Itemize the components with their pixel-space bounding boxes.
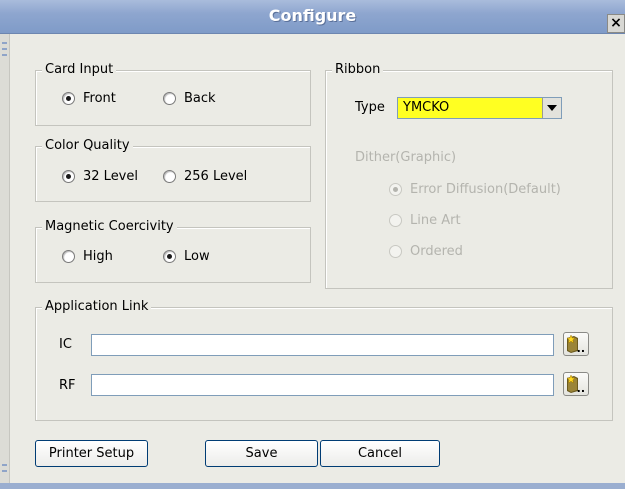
- ic-label: IC: [59, 337, 72, 352]
- ribbon-type-value: YMCKO: [403, 100, 450, 115]
- printer-setup-button[interactable]: Printer Setup: [35, 440, 148, 467]
- card-input-front-radio[interactable]: Front: [62, 91, 116, 106]
- resize-grip-icon: [2, 470, 7, 472]
- magnetic-coercivity-low-radio[interactable]: Low: [163, 249, 210, 264]
- radio-button-icon: [389, 183, 402, 196]
- dither-graphic-label: Dither(Graphic): [355, 150, 457, 165]
- browse-label: ..: [576, 342, 585, 355]
- ribbon-type-label: Type: [355, 100, 385, 115]
- dither-line-art-radio[interactable]: Line Art: [389, 213, 461, 228]
- radio-label: Line Art: [410, 213, 461, 228]
- ribbon-type-select[interactable]: YMCKO: [397, 97, 562, 119]
- resize-grip-icon: [2, 48, 7, 50]
- radio-label: 256 Level: [184, 169, 248, 184]
- magnetic-coercivity-high-radio[interactable]: High: [62, 249, 113, 264]
- configure-dialog: Configure × Card Input Front Back Color …: [0, 0, 625, 489]
- radio-button-icon: [389, 214, 402, 227]
- title-bar[interactable]: Configure ×: [0, 0, 625, 34]
- resize-grip-icon: [2, 464, 7, 466]
- dither-ordered-radio[interactable]: Ordered: [389, 244, 463, 259]
- close-button[interactable]: ×: [607, 14, 625, 33]
- chevron-down-icon[interactable]: [542, 98, 561, 118]
- resize-grip-icon: [2, 54, 7, 56]
- window-bottom-edge: [0, 483, 625, 489]
- radio-label: Error Diffusion(Default): [410, 182, 561, 197]
- radio-label: High: [83, 249, 113, 264]
- application-link-label: Application Link: [42, 299, 152, 315]
- radio-button-icon: [163, 250, 176, 263]
- magnetic-coercivity-label: Magnetic Coercivity: [42, 219, 177, 235]
- rf-browse-button[interactable]: ..: [563, 372, 589, 396]
- radio-button-icon: [62, 170, 75, 183]
- radio-label: Low: [184, 249, 210, 264]
- dither-error-diffusion-radio[interactable]: Error Diffusion(Default): [389, 182, 561, 197]
- radio-button-icon: [163, 92, 176, 105]
- radio-label: Front: [83, 91, 116, 106]
- resize-grip-icon: [2, 42, 7, 44]
- radio-label: Back: [184, 91, 216, 106]
- browse-label: ..: [576, 382, 585, 395]
- window-left-edge: [0, 34, 10, 489]
- radio-button-icon: [62, 250, 75, 263]
- rf-path-input[interactable]: [91, 374, 554, 396]
- color-quality-label: Color Quality: [42, 138, 133, 154]
- rf-label: RF: [59, 378, 76, 393]
- application-link-group: Application Link: [35, 299, 613, 421]
- color-quality-256-level-radio[interactable]: 256 Level: [163, 169, 247, 184]
- cancel-button[interactable]: Cancel: [320, 440, 440, 467]
- color-quality-32-level-radio[interactable]: 32 Level: [62, 169, 138, 184]
- radio-label: Ordered: [410, 244, 463, 259]
- radio-button-icon: [389, 245, 402, 258]
- radio-button-icon: [62, 92, 75, 105]
- card-input-label: Card Input: [42, 62, 117, 78]
- ic-browse-button[interactable]: ..: [563, 332, 589, 356]
- ic-path-input[interactable]: [91, 334, 554, 356]
- window-title: Configure: [268, 6, 357, 25]
- save-button[interactable]: Save: [205, 440, 318, 467]
- ribbon-label: Ribbon: [332, 62, 384, 78]
- radio-button-icon: [163, 170, 176, 183]
- card-input-back-radio[interactable]: Back: [163, 91, 216, 106]
- radio-label: 32 Level: [83, 169, 138, 184]
